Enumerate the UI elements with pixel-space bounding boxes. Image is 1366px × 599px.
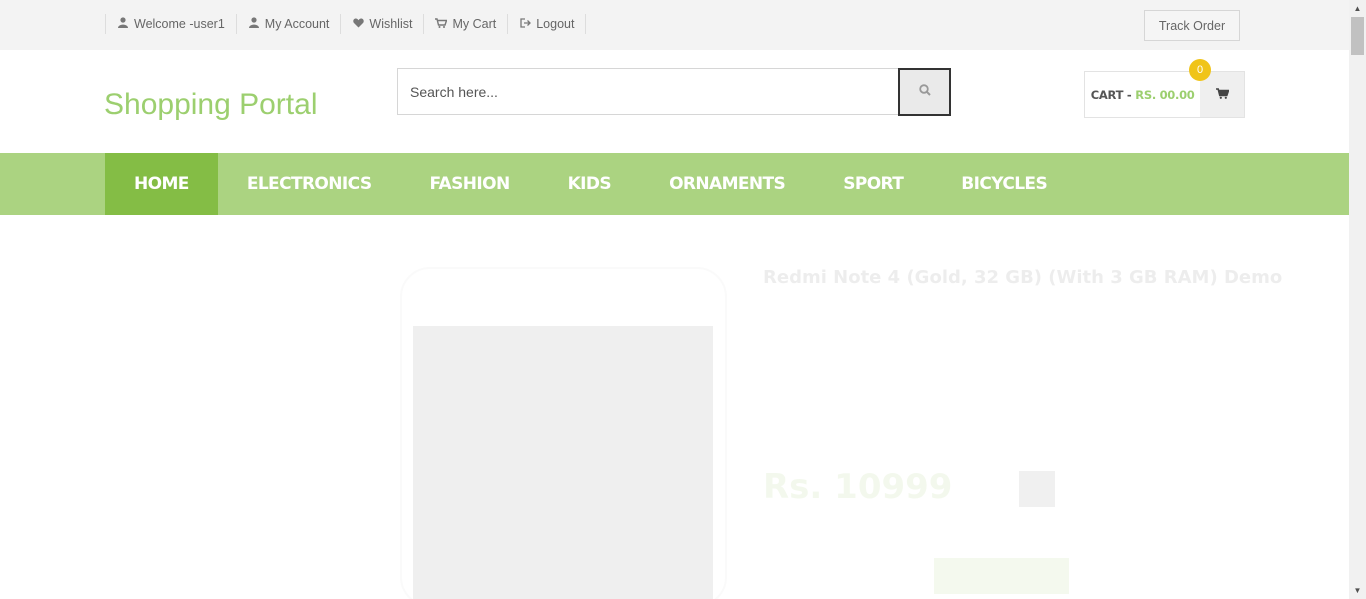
nav-home[interactable]: HOME (105, 153, 218, 215)
main-nav: HOME ELECTRONICS FASHION KIDS ORNAMENTS … (0, 153, 1349, 215)
cart-label: CART - (1090, 87, 1132, 102)
logout-link[interactable]: Logout (508, 14, 587, 34)
wishlist-label: Wishlist (369, 17, 413, 31)
scroll-up-arrow-icon[interactable]: ▲ (1349, 0, 1366, 17)
user-icon (117, 17, 129, 31)
welcome-link[interactable]: Welcome -user1 (106, 14, 237, 34)
top-bar: Welcome -user1 My Account Wishlist My Ca… (0, 0, 1349, 50)
cart-count-badge: 0 (1189, 59, 1211, 81)
nav-ornaments[interactable]: ORNAMENTS (640, 153, 814, 215)
my-cart-link[interactable]: My Cart (424, 14, 509, 34)
top-links: Welcome -user1 My Account Wishlist My Ca… (105, 14, 587, 34)
my-cart-label: My Cart (452, 17, 497, 31)
cart-summary: CART - RS. 00.00 (1085, 72, 1200, 117)
add-to-cart-block (934, 558, 1069, 594)
scroll-down-arrow-icon[interactable]: ▼ (1349, 582, 1366, 599)
welcome-label: Welcome -user1 (134, 17, 225, 31)
product-price: Rs. 10999 (763, 467, 953, 507)
my-account-link[interactable]: My Account (237, 14, 342, 34)
logout-label: Logout (536, 17, 575, 31)
site-logo[interactable]: Shopping Portal (104, 88, 318, 122)
cart-amount: RS. 00.00 (1135, 87, 1195, 102)
wishlist-link[interactable]: Wishlist (341, 14, 425, 34)
logout-icon (519, 17, 531, 31)
nav-bicycles[interactable]: BICYCLES (932, 153, 1076, 215)
page-scrollbar[interactable]: ▲ ▼ (1349, 0, 1366, 599)
heart-icon (352, 18, 364, 31)
nav-fashion[interactable]: FASHION (400, 153, 538, 215)
category-heading-placeholder (105, 263, 111, 283)
cart-icon (435, 17, 448, 31)
product-title: Redmi Note 4 (Gold, 32 GB) (With 3 GB RA… (763, 267, 1283, 288)
search-input[interactable] (397, 68, 900, 115)
header-cart[interactable]: CART - RS. 00.00 (1084, 71, 1245, 118)
cart-icon-cell[interactable] (1200, 72, 1244, 117)
product-image (413, 326, 713, 599)
user-icon (248, 17, 260, 31)
loading-content: Redmi Note 4 (Gold, 32 GB) (With 3 GB RA… (0, 215, 1349, 599)
nav-sport[interactable]: SPORT (814, 153, 932, 215)
nav-electronics[interactable]: ELECTRONICS (218, 153, 401, 215)
my-account-label: My Account (264, 17, 330, 31)
scroll-thumb[interactable] (1351, 17, 1364, 55)
search-button[interactable] (898, 68, 951, 116)
shopping-cart-icon (1215, 86, 1230, 104)
nav-kids[interactable]: KIDS (539, 153, 640, 215)
search-icon (918, 83, 931, 101)
track-order-button[interactable]: Track Order (1144, 10, 1240, 41)
category-placeholder (105, 319, 367, 331)
wishlist-square (1019, 471, 1055, 507)
